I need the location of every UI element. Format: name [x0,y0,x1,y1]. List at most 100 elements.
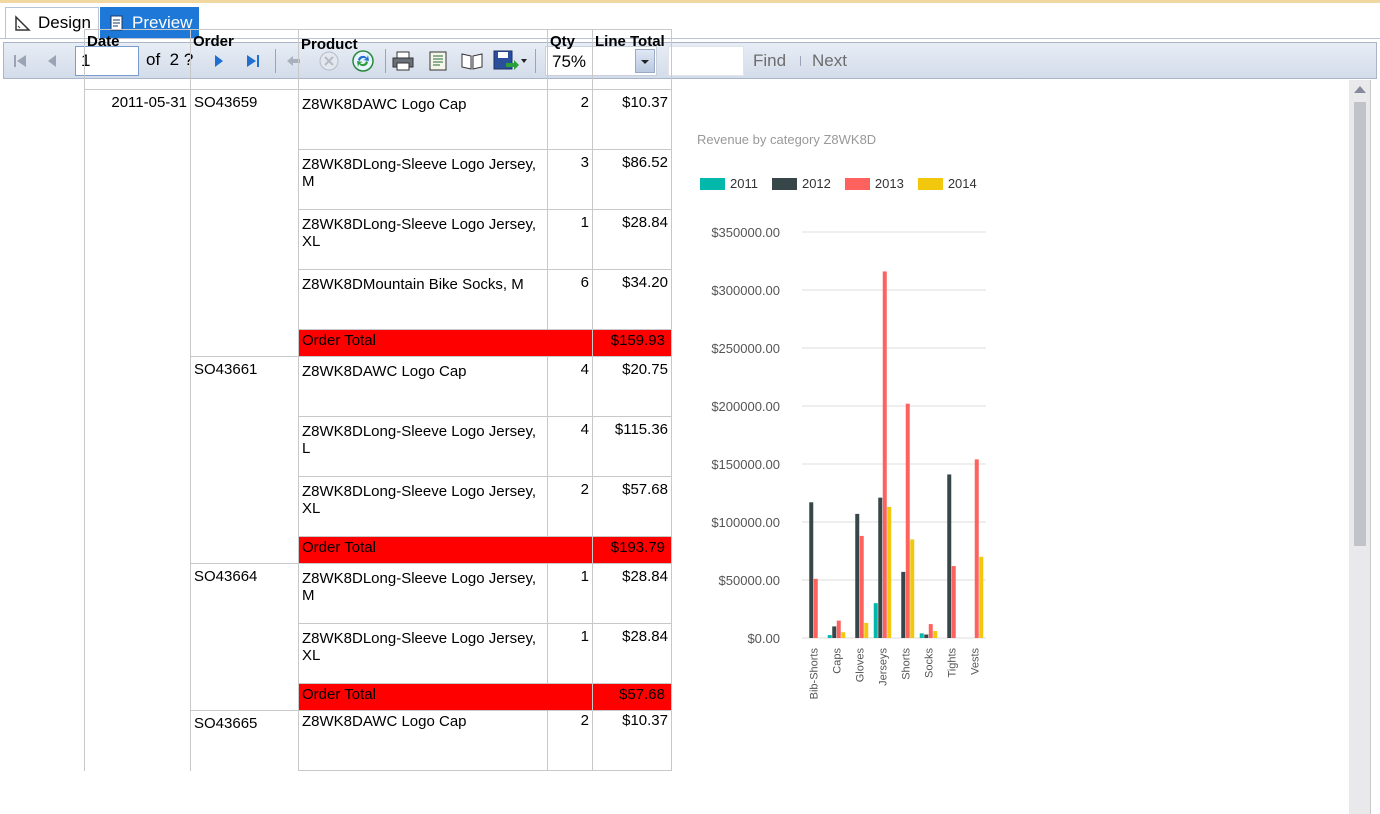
order-total-label-text: Order Total [302,539,376,556]
product-cell: Z8WK8DLong-Sleeve Logo Jersey, L [298,416,548,477]
qty-cell: 6 [547,269,593,330]
legend-label: 2012 [801,176,831,191]
x-tick-label: Bib-Shorts [809,648,821,700]
chart-bar [910,539,915,638]
y-tick-label: $250000.00 [711,341,780,356]
y-tick-label: $0.00 [747,631,780,646]
qty-cell: 1 [547,209,593,270]
chart-bar [859,535,864,638]
scroll-up-arrow-icon[interactable] [1354,86,1366,93]
order-total-value: $193.79 [592,536,672,564]
find-next-button[interactable]: Next [812,51,847,71]
legend-swatch [917,177,943,190]
legend-swatch [844,177,870,190]
order-cell: SO43659 [190,89,299,357]
line-total-cell: $28.84 [592,623,672,684]
chart-bar [901,571,906,638]
previous-page-icon [48,54,56,67]
date-cell: 2011-05-31 [84,89,191,771]
y-tick-label: $350000.00 [711,225,780,240]
qty-cell: 4 [547,416,593,477]
header-line-total: Line Total [592,29,672,90]
tab-design-label: Design [38,13,91,32]
line-total-cell: $10.37 [592,89,672,150]
product-cell: Z8WK8DAWC Logo Cap [298,89,548,150]
line-total-cell: $20.75 [592,356,672,417]
order-total-label: Order Total [298,683,593,711]
header-order: Order [190,29,299,90]
x-tick-label: Jerseys [878,648,890,686]
product-cell: Z8WK8DAWC Logo Cap [298,356,548,417]
chart-bar [873,603,878,638]
y-tick-label: $50000.00 [719,573,780,588]
product-cell: Z8WK8DLong-Sleeve Logo Jersey, XL [298,476,548,537]
chart-bar [947,474,952,638]
chart-bar [979,556,984,638]
chart-legend: 2011 2012 2013 2014 [700,176,991,191]
legend-label: 2013 [874,176,904,191]
product-cell: Z8WK8DLong-Sleeve Logo Jersey, XL [298,623,548,684]
line-total-cell: $28.84 [592,209,672,270]
chart-bar [878,497,883,638]
chart-bar [919,633,924,638]
sales-orders-table: Date Order Product Qty Line Total 2011-0… [84,29,672,771]
chart-bar [864,622,869,638]
order-cell: SO43664 [190,563,299,711]
order-total-value-text: $193.79 [610,539,665,556]
legend-swatch [700,177,725,190]
chart-bar [832,626,837,638]
product-cell: Z8WK8DLong-Sleeve Logo Jersey, M [298,563,548,624]
legend-item: 2013 [844,176,904,191]
line-total-cell: $10.37 [592,710,672,771]
legend-swatch [771,177,797,190]
first-page-icon [14,54,26,67]
chart-bar [827,635,832,638]
chart-bar [974,459,979,638]
chart-bar [841,632,846,638]
find-button[interactable]: Find [753,51,786,71]
chart-bar [928,624,933,638]
order-total-label-text: Order Total [302,686,376,703]
x-tick-label: Socks [924,648,936,678]
legend-item: 2012 [771,176,831,191]
qty-cell: 3 [547,149,593,210]
chart-bar [855,513,860,638]
order-total-value: $159.93 [592,329,672,357]
legend-label: 2014 [947,176,977,191]
chart-bar [813,578,818,638]
x-tick-label: Vests [970,648,982,675]
x-tick-label: Shorts [901,648,913,680]
line-total-cell: $28.84 [592,563,672,624]
first-page-button[interactable] [6,43,34,78]
line-total-cell: $86.52 [592,149,672,210]
qty-cell: 2 [547,476,593,537]
qty-cell: 1 [547,623,593,684]
find-text-input[interactable] [668,46,744,76]
product-cell: Z8WK8DLong-Sleeve Logo Jersey, M [298,149,548,210]
order-cell: SO43665 [190,710,299,771]
scrollbar-thumb[interactable] [1354,102,1366,546]
product-cell: Z8WK8DLong-Sleeve Logo Jersey, XL [298,209,548,270]
header-qty: Qty [547,29,593,90]
y-tick-label: $150000.00 [711,457,780,472]
chart-bar [933,631,938,638]
chart-bar [809,502,814,638]
qty-cell: 2 [547,710,593,771]
line-total-cell: $34.20 [592,269,672,330]
legend-label: 2011 [730,176,758,191]
order-total-value: $57.68 [592,683,672,711]
chart-bar [882,271,887,638]
product-cell: Z8WK8DMountain Bike Socks, M [298,269,548,330]
chart-bar [905,403,910,638]
previous-page-button[interactable] [38,43,66,78]
y-tick-label: $200000.00 [711,399,780,414]
window-right-frame [1370,80,1380,814]
vertical-scrollbar[interactable] [1349,80,1370,814]
order-total-label: Order Total [298,536,593,564]
order-total-value-text: $57.68 [619,686,665,703]
y-tick-label: $300000.00 [711,283,780,298]
x-tick-label: Tights [947,648,959,678]
chart-bar [951,566,956,638]
legend-item: 2014 [917,176,977,191]
y-tick-label: $100000.00 [711,515,780,530]
